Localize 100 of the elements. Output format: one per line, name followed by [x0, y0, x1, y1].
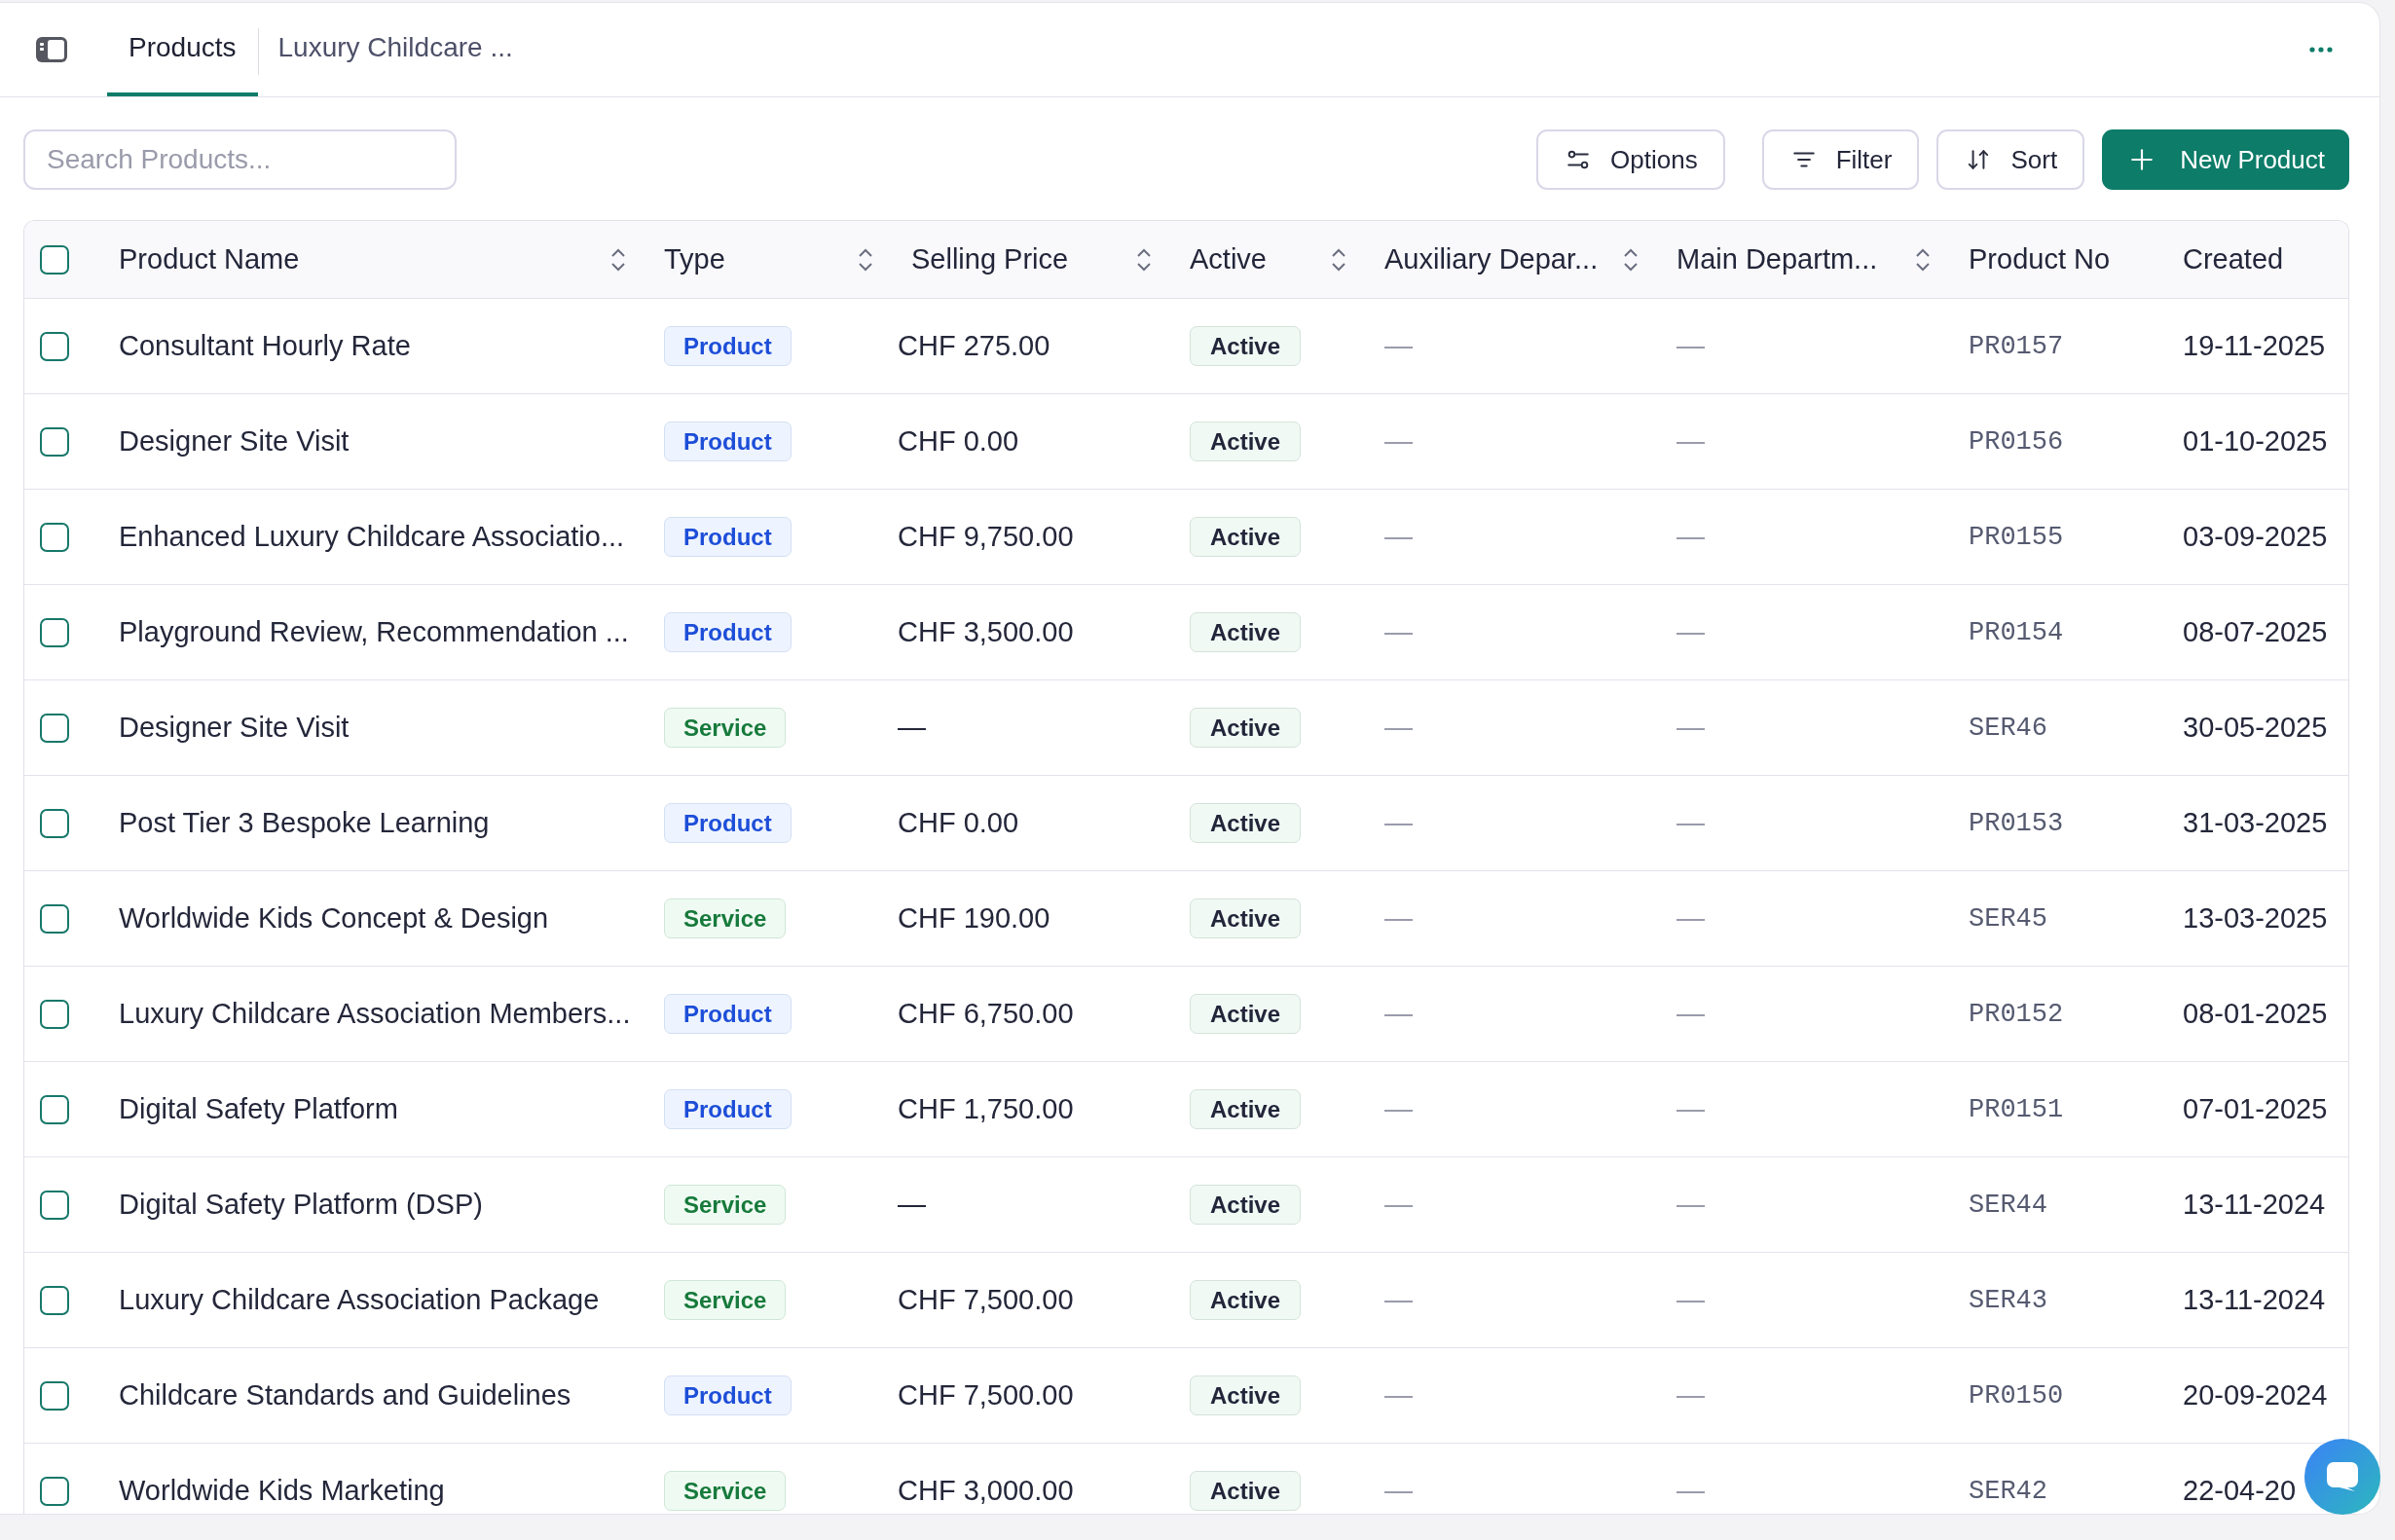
more-icon[interactable]: [2309, 47, 2333, 53]
table-cell: —: [1676, 712, 1705, 744]
table-cell: —: [1384, 616, 1413, 648]
checkbox[interactable]: [40, 522, 69, 552]
table-cell: —: [1384, 1379, 1413, 1412]
price-cell: CHF 1,750.00: [898, 1093, 1074, 1125]
column-header[interactable]: Auxiliary Depar...: [1384, 243, 1640, 275]
price-cell: CHF 3,000.00: [898, 1475, 1074, 1507]
tab[interactable]: Products: [107, 3, 258, 96]
type-tag: Product: [664, 994, 792, 1034]
status-tag: Active: [1190, 612, 1302, 652]
status-tag: Active: [1190, 517, 1302, 557]
table-cell: —: [1384, 1093, 1413, 1125]
date-cell: 30-05-2025: [2183, 712, 2328, 744]
type-tag: Product: [664, 1375, 792, 1415]
search-field[interactable]: Search Products...: [23, 129, 457, 190]
checkbox[interactable]: [40, 903, 69, 934]
status-tag: Active: [1190, 1280, 1302, 1320]
tab[interactable]: Luxury Childcare ...: [258, 3, 534, 96]
table-cell: —: [1384, 1475, 1413, 1507]
product-name-cell: Post Tier 3 Bespoke Learning: [119, 807, 490, 839]
type-tag: Service: [664, 1280, 787, 1320]
checkbox[interactable]: [40, 244, 69, 275]
column-header: Created: [2183, 243, 2284, 275]
table-cell: —: [1384, 330, 1413, 362]
price-cell: CHF 275.00: [898, 330, 1050, 362]
column-header[interactable]: Main Departm...: [1676, 243, 1932, 275]
table-cell: —: [1676, 1093, 1705, 1125]
checkbox[interactable]: [40, 331, 69, 361]
product-number-cell: PR0151: [1969, 1094, 2064, 1124]
table-cell: —: [1676, 807, 1705, 839]
price-cell: CHF 7,500.00: [898, 1284, 1074, 1316]
sidebar-toggle-icon[interactable]: [36, 37, 67, 62]
sort-button[interactable]: Sort: [1936, 129, 2085, 190]
type-tag: Product: [664, 1089, 792, 1129]
checkbox[interactable]: [40, 1476, 69, 1506]
checkbox[interactable]: [40, 999, 69, 1029]
new-product-button[interactable]: New Product: [2102, 129, 2349, 190]
type-tag: Product: [664, 803, 792, 843]
price-cell: —: [898, 1189, 926, 1221]
table-cell: —: [1384, 1284, 1413, 1316]
checkbox[interactable]: [40, 1094, 69, 1124]
table-cell: —: [1384, 1189, 1413, 1221]
type-tag: Service: [664, 1185, 787, 1225]
column-header[interactable]: Type: [664, 243, 874, 275]
table-cell: —: [1384, 425, 1413, 458]
date-cell: 13-11-2024: [2183, 1189, 2326, 1221]
checkbox[interactable]: [40, 1190, 69, 1220]
product-number-cell: SER43: [1969, 1285, 2047, 1315]
product-number-cell: PR0150: [1969, 1380, 2064, 1411]
type-tag: Product: [664, 422, 792, 461]
type-tag: Service: [664, 708, 787, 748]
column-header[interactable]: Product Name: [119, 243, 627, 275]
date-cell: 20-09-2024: [2183, 1379, 2328, 1412]
table-cell: —: [1384, 712, 1413, 744]
checkbox[interactable]: [40, 1380, 69, 1411]
table-cell: —: [1384, 902, 1413, 935]
date-cell: 08-01-2025: [2183, 998, 2328, 1030]
status-tag: Active: [1190, 994, 1302, 1034]
product-name-cell: Designer Site Visit: [119, 425, 350, 458]
status-tag: Active: [1190, 1185, 1302, 1225]
product-name-cell: Luxury Childcare Association Members...: [119, 998, 631, 1030]
column-header[interactable]: Active: [1190, 243, 1347, 275]
table-cell: —: [1676, 1379, 1705, 1412]
checkbox[interactable]: [40, 426, 69, 457]
table-cell: —: [1676, 998, 1705, 1030]
checkbox[interactable]: [40, 617, 69, 647]
type-tag: Service: [664, 1471, 787, 1511]
product-number-cell: PR0157: [1969, 331, 2064, 361]
status-tag: Active: [1190, 1375, 1302, 1415]
checkbox[interactable]: [40, 1285, 69, 1315]
product-number-cell: SER46: [1969, 713, 2047, 743]
product-name-cell: Designer Site Visit: [119, 712, 350, 744]
price-cell: —: [898, 712, 926, 744]
product-number-cell: PR0152: [1969, 999, 2064, 1029]
status-tag: Active: [1190, 708, 1302, 748]
column-header[interactable]: Selling Price: [911, 243, 1153, 275]
product-name-cell: Luxury Childcare Association Package: [119, 1284, 600, 1316]
options-button[interactable]: Options: [1536, 129, 1725, 190]
product-name-cell: Consultant Hourly Rate: [119, 330, 411, 362]
status-tag: Active: [1190, 803, 1302, 843]
filter-button[interactable]: Filter: [1761, 129, 1920, 190]
status-tag: Active: [1190, 898, 1302, 938]
checkbox[interactable]: [40, 808, 69, 838]
product-name-cell: Enhanced Luxury Childcare Associatio...: [119, 521, 625, 553]
date-cell: 13-03-2025: [2183, 902, 2328, 935]
table-cell: —: [1676, 1475, 1705, 1507]
price-cell: CHF 6,750.00: [898, 998, 1074, 1030]
type-tag: Product: [664, 326, 792, 366]
date-cell: 07-01-2025: [2183, 1093, 2328, 1125]
status-tag: Active: [1190, 1089, 1302, 1129]
table-cell: —: [1676, 521, 1705, 553]
table-cell: —: [1676, 425, 1705, 458]
product-number-cell: PR0155: [1969, 522, 2064, 552]
status-tag: Active: [1190, 1471, 1302, 1511]
product-number-cell: PR0156: [1969, 426, 2064, 457]
date-cell: 08-07-2025: [2183, 616, 2328, 648]
date-cell: 22-04-20: [2183, 1475, 2297, 1507]
plus-icon: [2129, 147, 2156, 172]
checkbox[interactable]: [40, 713, 69, 743]
